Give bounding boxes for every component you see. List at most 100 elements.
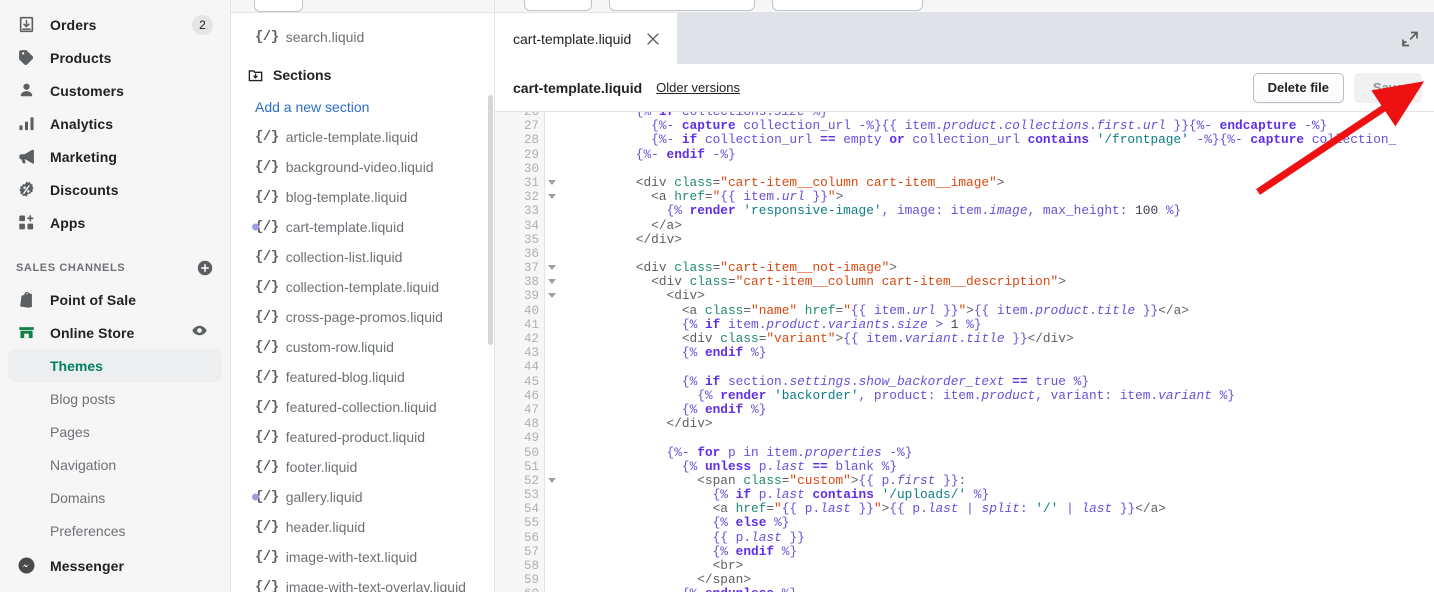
- code-line[interactable]: </a>: [559, 218, 1434, 233]
- code-line[interactable]: {% endif %}: [559, 544, 1434, 559]
- sidebar-item-online-store[interactable]: Online Store: [8, 316, 222, 349]
- sidebar-item-themes[interactable]: Themes: [8, 349, 222, 382]
- code-line[interactable]: {%- capture collection_url -%}{{ item.pr…: [559, 119, 1434, 133]
- code-line[interactable]: {% else %}: [559, 516, 1434, 530]
- sidebar-item-apps[interactable]: Apps: [8, 206, 222, 239]
- sidebar-item-marketing[interactable]: Marketing: [8, 140, 222, 173]
- file-list-item[interactable]: {/} cross-page-promos.liquid: [231, 302, 494, 332]
- file-list-item[interactable]: {/} background-video.liquid: [231, 152, 494, 182]
- code-line[interactable]: {% if section.settings.show_backorder_te…: [559, 374, 1434, 389]
- sidebar-item-orders[interactable]: Orders 2: [8, 8, 222, 41]
- code-line[interactable]: {% endunless %}: [559, 587, 1434, 592]
- code-line[interactable]: {%- for p in item.properties -%}: [559, 445, 1434, 460]
- delete-file-button[interactable]: Delete file: [1252, 72, 1344, 103]
- admin-sidebar: Orders 2 Products Customers Analytics Ma…: [0, 0, 231, 592]
- file-list-item[interactable]: {/} collection-template.liquid: [231, 272, 494, 302]
- code-line[interactable]: <div class="cart-item__column cart-item_…: [559, 275, 1434, 289]
- code-line[interactable]: </div>: [559, 232, 1434, 247]
- code-line[interactable]: [559, 360, 1434, 374]
- code-line[interactable]: </div>: [559, 417, 1434, 431]
- sidebar-item-discounts[interactable]: Discounts: [8, 173, 222, 206]
- sidebar-item-customers[interactable]: Customers: [8, 74, 222, 107]
- file-name: featured-blog.liquid: [285, 369, 405, 385]
- code-line[interactable]: <a href="{{ p.last }}">{{ p.last | split…: [559, 502, 1434, 516]
- liquid-file-icon: {/}: [255, 159, 279, 175]
- save-button[interactable]: Save: [1354, 72, 1422, 103]
- expand-fullscreen-icon[interactable]: [1398, 27, 1422, 51]
- file-list-item[interactable]: {/} gallery.liquid: [231, 482, 494, 512]
- code-line[interactable]: {% render 'responsive-image', image: ite…: [559, 204, 1434, 218]
- line-number: 55: [523, 516, 539, 531]
- file-list-scroll[interactable]: {/} search.liquid Sections Add a new sec…: [231, 13, 494, 592]
- file-list-item[interactable]: {/} image-with-text-overlay.liquid: [231, 572, 494, 592]
- file-list-item[interactable]: {/} custom-row.liquid: [231, 332, 494, 362]
- plus-circle-icon[interactable]: [196, 259, 214, 277]
- close-icon[interactable]: [645, 31, 661, 47]
- file-list-item[interactable]: {/} featured-collection.liquid: [231, 392, 494, 422]
- sidebar-item-navigation[interactable]: Navigation: [8, 448, 222, 481]
- file-list-item[interactable]: {/} footer.liquid: [231, 452, 494, 482]
- file-list-item[interactable]: {/} featured-product.liquid: [231, 422, 494, 452]
- code-line[interactable]: {% endif %}: [559, 346, 1434, 360]
- code-line[interactable]: <div class="cart-item__not-image">: [559, 260, 1434, 275]
- file-list-scrollbar[interactable]: [488, 95, 493, 345]
- code-line[interactable]: {%- if collection_url == empty or collec…: [559, 133, 1434, 147]
- code-line[interactable]: <div class="variant">{{ item.variant.tit…: [559, 331, 1434, 346]
- code-line[interactable]: {% if p.last contains '/uploads/' %}: [559, 487, 1434, 502]
- partial-toolbar-button-1[interactable]: [524, 0, 592, 11]
- partial-toolbar-button-2[interactable]: [609, 0, 755, 11]
- file-list-item[interactable]: {/} cart-template.liquid: [231, 212, 494, 242]
- code-line[interactable]: [559, 247, 1434, 261]
- partial-toolbar-button[interactable]: [254, 0, 303, 12]
- file-name: image-with-text.liquid: [285, 549, 418, 565]
- sections-folder-header[interactable]: Sections: [231, 58, 494, 92]
- code-line[interactable]: {% render 'backorder', product: item.pro…: [559, 388, 1434, 403]
- file-list-item[interactable]: {/} collection-list.liquid: [231, 242, 494, 272]
- sidebar-item-preferences[interactable]: Preferences: [8, 514, 222, 547]
- sidebar-item-label: Discounts: [50, 181, 119, 198]
- code-line[interactable]: </span>: [559, 573, 1434, 587]
- code-line[interactable]: {% unless p.last == blank %}: [559, 459, 1434, 474]
- code-line[interactable]: <div>: [559, 289, 1434, 303]
- code-line[interactable]: <div class="cart-item__column cart-item_…: [559, 175, 1434, 190]
- code-editor-surface[interactable]: 26 27 28 29 30 31 32 33 34 35 36 37 38 39 40 41 42 43 44 45…: [495, 112, 1434, 592]
- code-line[interactable]: <a class="name" href="{{ item.url }}">{{…: [559, 303, 1434, 318]
- editor-top-strip: [495, 0, 1434, 13]
- file-name: collection-template.liquid: [285, 279, 440, 295]
- line-number: 49: [523, 431, 539, 446]
- sidebar-item-blog-posts[interactable]: Blog posts: [8, 382, 222, 415]
- sidebar-item-messenger[interactable]: Messenger: [8, 549, 222, 582]
- code-line[interactable]: [559, 431, 1434, 445]
- line-number: 48: [523, 417, 539, 432]
- sidebar-item-products[interactable]: Products: [8, 41, 222, 74]
- sidebar-item-analytics[interactable]: Analytics: [8, 107, 222, 140]
- code-line[interactable]: {% endif %}: [559, 402, 1434, 417]
- sidebar-item-point-of-sale[interactable]: Point of Sale: [8, 283, 222, 316]
- code-line[interactable]: {{ p.last }}: [559, 530, 1434, 545]
- file-item-search[interactable]: {/} search.liquid: [231, 22, 494, 52]
- sidebar-item-label: Analytics: [50, 115, 114, 132]
- code-line[interactable]: {%- endif -%}: [559, 147, 1434, 162]
- add-new-section-link[interactable]: Add a new section: [231, 92, 494, 122]
- file-list-item[interactable]: {/} image-with-text.liquid: [231, 542, 494, 572]
- liquid-file-icon: {/}: [255, 549, 279, 565]
- file-list-item[interactable]: {/} header.liquid: [231, 512, 494, 542]
- file-name: featured-product.liquid: [285, 429, 426, 445]
- code-line[interactable]: <span class="custom">{{ p.first }}:: [559, 473, 1434, 488]
- sidebar-item-pages[interactable]: Pages: [8, 415, 222, 448]
- sidebar-item-domains[interactable]: Domains: [8, 481, 222, 514]
- file-name: search.liquid: [285, 29, 365, 45]
- partial-toolbar-button-3[interactable]: [772, 0, 923, 11]
- code-content[interactable]: {% if collections.size %} {%- capture co…: [545, 112, 1434, 592]
- sidebar-item-label: Online Store: [50, 324, 135, 341]
- file-list-item[interactable]: {/} blog-template.liquid: [231, 182, 494, 212]
- code-line[interactable]: {% if item.product.variants.size > 1 %}: [559, 317, 1434, 332]
- file-list-item[interactable]: {/} article-template.liquid: [231, 122, 494, 152]
- code-line[interactable]: [559, 162, 1434, 176]
- code-line[interactable]: <br>: [559, 558, 1434, 573]
- older-versions-link[interactable]: Older versions: [656, 80, 740, 95]
- tab-cart-template-liquid[interactable]: cart-template.liquid: [495, 13, 678, 64]
- code-line[interactable]: <a href="{{ item.url }}">: [559, 190, 1434, 204]
- eye-icon[interactable]: [191, 322, 208, 344]
- file-list-item[interactable]: {/} featured-blog.liquid: [231, 362, 494, 392]
